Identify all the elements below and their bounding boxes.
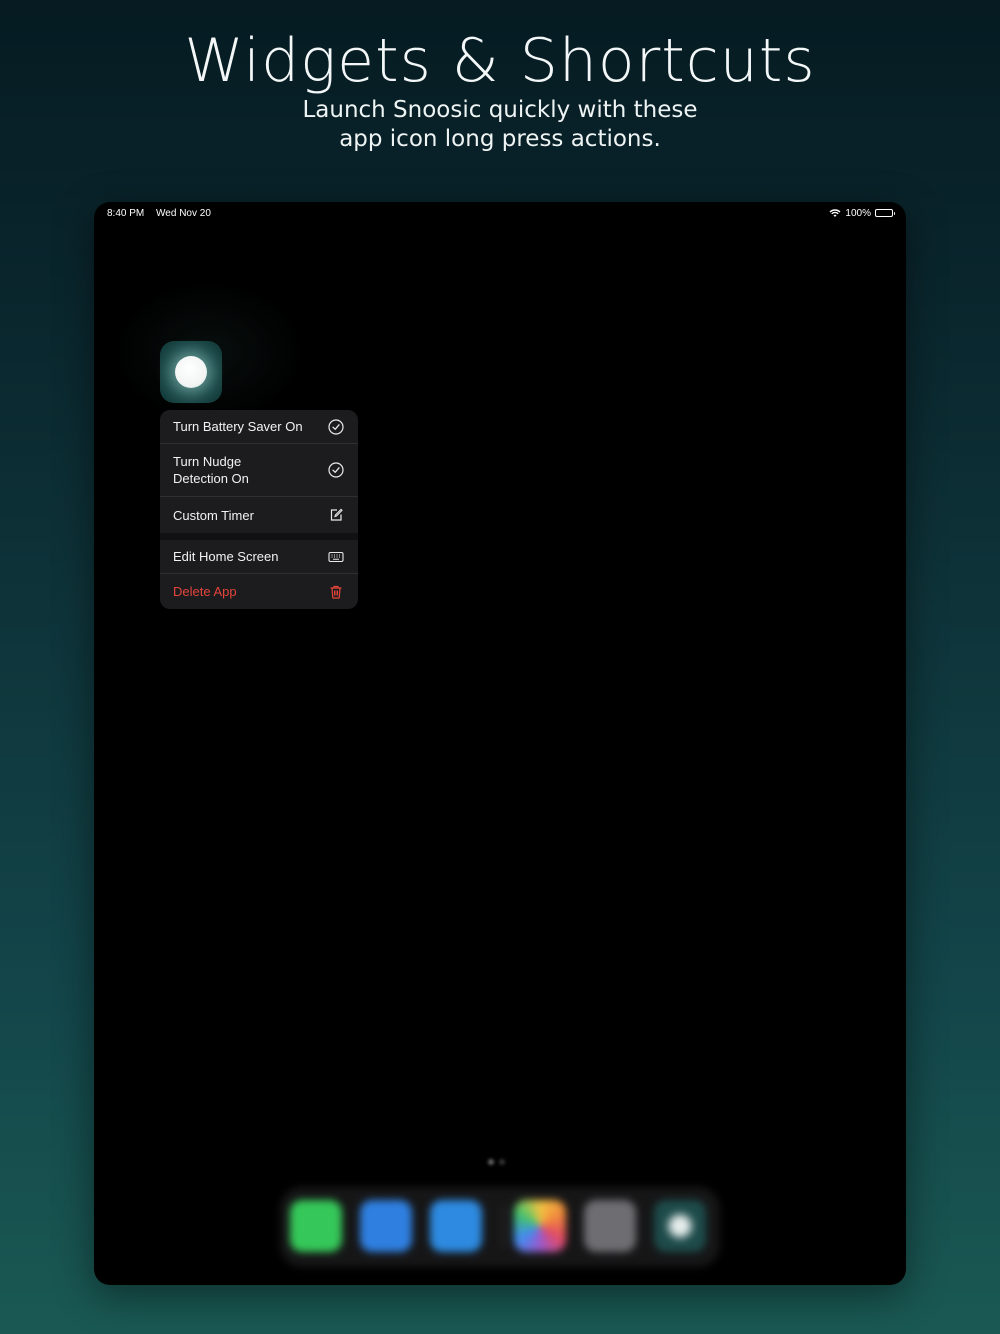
checkmark-circle-icon [328, 462, 344, 478]
ipad-screen: 8:40 PM Wed Nov 20 100% Turn Battery Sav… [94, 202, 906, 1285]
status-bar: 8:40 PM Wed Nov 20 100% [107, 206, 895, 220]
battery-percent: 100% [845, 207, 871, 219]
dock [280, 1187, 720, 1267]
menu-item-custom-timer[interactable]: Custom Timer [160, 497, 358, 533]
hero-title: Widgets & Shortcuts [184, 26, 816, 96]
menu-item-battery-saver[interactable]: Turn Battery Saver On [160, 410, 358, 444]
safari-icon[interactable] [360, 1200, 412, 1252]
status-right: 100% [829, 207, 895, 219]
menu-item-label: Custom Timer [173, 507, 254, 523]
wifi-icon [829, 208, 841, 218]
status-left: 8:40 PM Wed Nov 20 [107, 208, 220, 219]
menu-item-label: Turn Nudge Detection On [173, 454, 249, 486]
menu-item-nudge-detection[interactable]: Turn Nudge Detection On [160, 444, 358, 497]
menu-item-delete-app[interactable]: Delete App [160, 574, 358, 609]
dock-divider [503, 1205, 504, 1247]
menu-separator [160, 533, 358, 540]
snoosic-icon[interactable] [654, 1200, 706, 1252]
hero-subtitle: Launch Snoosic quickly with these app ic… [0, 96, 1000, 154]
page-indicator[interactable] [488, 1159, 505, 1165]
files-icon[interactable] [430, 1200, 482, 1252]
messages-icon[interactable] [290, 1200, 342, 1252]
menu-item-edit-home-screen[interactable]: Edit Home Screen [160, 540, 358, 574]
menu-item-label: Turn Battery Saver On [173, 419, 303, 434]
edit-icon [328, 507, 344, 523]
snoosic-app-icon[interactable] [160, 341, 222, 403]
keyboard-icon [328, 549, 344, 565]
moon-icon [175, 356, 207, 388]
settings-icon[interactable] [584, 1200, 636, 1252]
menu-item-label: Edit Home Screen [173, 549, 279, 564]
status-time: 8:40 PM [107, 207, 145, 219]
status-date: Wed Nov 20 [156, 207, 211, 219]
hero-subtitle-line-1: Launch Snoosic quickly with these [302, 97, 698, 123]
context-menu: Turn Battery Saver On Turn Nudge Detecti… [160, 410, 358, 609]
checkmark-circle-icon [328, 418, 344, 435]
hero-subtitle-line-2: app icon long press actions. [339, 126, 661, 152]
photos-icon[interactable] [514, 1200, 566, 1252]
menu-item-label: Delete App [173, 584, 237, 599]
trash-icon [328, 584, 344, 600]
battery-icon [875, 209, 895, 217]
